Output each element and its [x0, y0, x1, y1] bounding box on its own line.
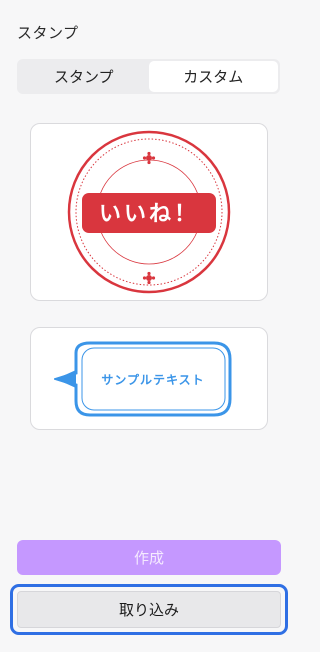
round-stamp-graphic: いいね！: [67, 130, 231, 294]
create-button[interactable]: 作成: [17, 540, 281, 575]
panel-title: スタンプ: [17, 24, 79, 42]
tab-bar: スタンプ カスタム: [17, 59, 280, 94]
stamp-text-sample: サンプルテキスト: [101, 372, 204, 387]
import-button-focus-ring: 取り込み: [10, 584, 288, 635]
flower-icon: [142, 151, 156, 165]
speech-bubble-graphic: サンプルテキスト: [54, 341, 232, 416]
stamp-card-iine[interactable]: いいね！: [30, 123, 268, 301]
stamp-text-iine: いいね！: [99, 202, 199, 227]
tab-stamp[interactable]: スタンプ: [19, 61, 149, 92]
import-button[interactable]: 取り込み: [17, 591, 281, 628]
stamp-card-sample[interactable]: サンプルテキスト: [30, 327, 268, 430]
flower-icon: [142, 271, 156, 285]
tab-custom[interactable]: カスタム: [148, 61, 278, 92]
